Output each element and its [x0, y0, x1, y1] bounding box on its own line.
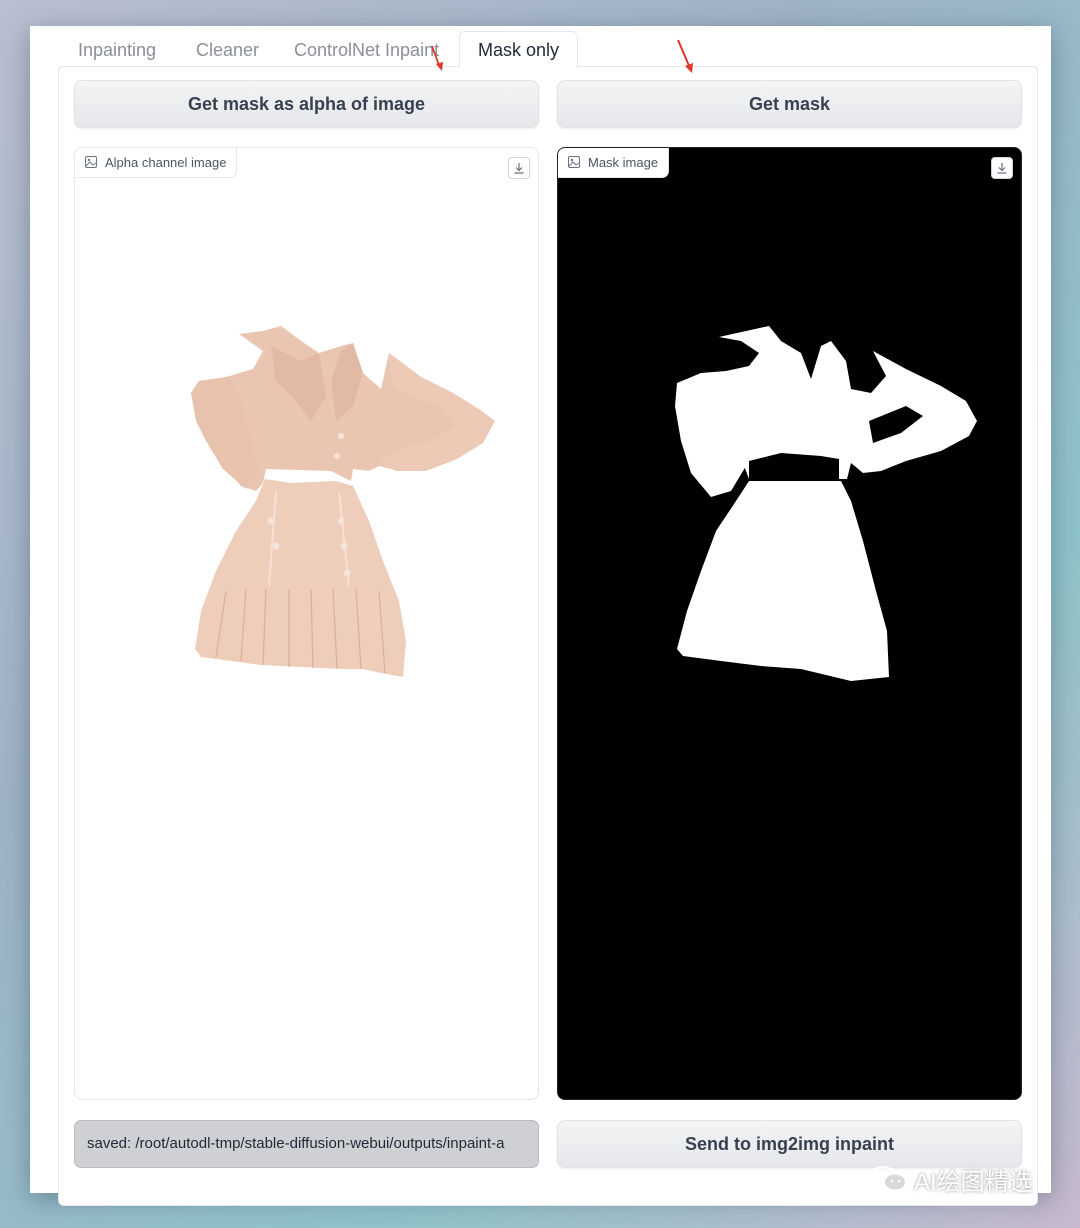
- annotation-arrow-icon: [677, 39, 693, 73]
- saved-path-field[interactable]: saved: /root/autodl-tmp/stable-diffusion…: [74, 1120, 539, 1168]
- mask-image-label: Mask image: [558, 148, 670, 178]
- tab-controlnet-inpaint[interactable]: ControlNet Inpaint: [294, 36, 439, 68]
- download-icon: [514, 163, 524, 174]
- tab-cleaner[interactable]: Cleaner: [196, 36, 259, 68]
- alpha-image-label-text: Alpha channel image: [105, 155, 227, 170]
- mask-image-label-text: Mask image: [588, 155, 659, 170]
- alpha-image-panel[interactable]: Alpha channel image: [74, 147, 539, 1100]
- tab-bar: Inpainting Cleaner ControlNet Inpaint Ma…: [30, 26, 1051, 69]
- garment-mask-image: [675, 326, 977, 681]
- watermark: AI绘图精选: [868, 1162, 1033, 1196]
- get-alpha-mask-button[interactable]: Get mask as alpha of image: [74, 80, 539, 128]
- watermark-text: AI绘图精选: [914, 1168, 1033, 1196]
- image-icon: [85, 156, 97, 168]
- image-icon: [568, 156, 580, 168]
- get-mask-button[interactable]: Get mask: [557, 80, 1022, 128]
- annotation-arrow-icon: [431, 45, 443, 71]
- download-icon: [997, 163, 1007, 174]
- garment-alpha-image: [191, 326, 495, 677]
- mask-download-button[interactable]: [991, 157, 1013, 179]
- alpha-image-label: Alpha channel image: [75, 148, 238, 178]
- alpha-download-button[interactable]: [508, 157, 530, 179]
- mask-image-panel[interactable]: Mask image: [557, 147, 1022, 1100]
- tab-mask-only[interactable]: Mask only: [459, 31, 579, 69]
- wechat-icon: [869, 1166, 907, 1192]
- tab-inpainting[interactable]: Inpainting: [78, 36, 156, 68]
